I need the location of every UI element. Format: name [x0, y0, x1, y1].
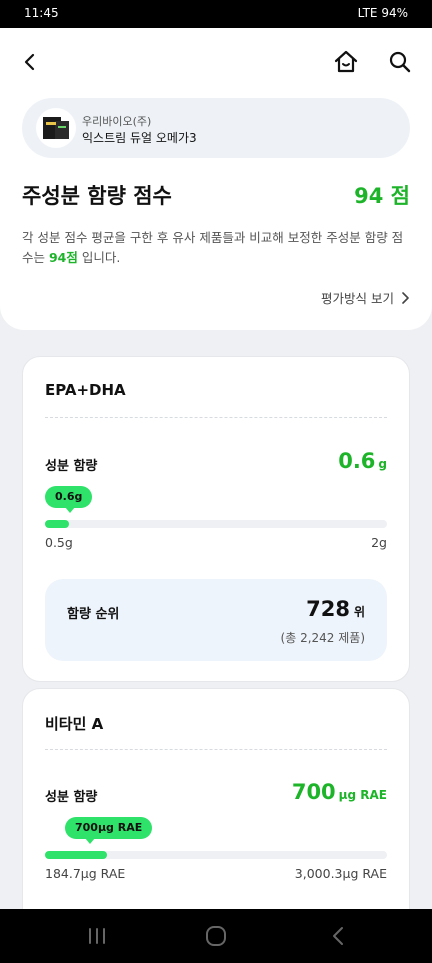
- range-max: 2g: [371, 535, 387, 550]
- amount-tooltip: 0.6g: [45, 486, 93, 513]
- nutrient-card-epa-dha: EPA+DHA 성분 함량 0.6 g 0.6g 0.5g 2g 함량 순위 72…: [22, 356, 410, 682]
- evaluation-method-link[interactable]: 평가방식 보기: [321, 288, 410, 307]
- product-brand: 우리바이오(주): [82, 115, 152, 128]
- score-title: 주성분 함량 점수: [22, 184, 172, 208]
- amount-number: 700: [291, 780, 336, 804]
- amount-bar-fill: [45, 520, 69, 528]
- rank-value: 728 위: [306, 597, 365, 621]
- supplement-box-icon: [43, 117, 69, 139]
- amount-label: 성분 함량: [45, 790, 98, 805]
- search-button[interactable]: [386, 48, 414, 76]
- amount-tooltip: 700μg RAE: [65, 817, 153, 844]
- status-time: 11:45: [24, 6, 59, 20]
- amount-bar-fill: [45, 851, 107, 859]
- score-summary-sheet: 우리바이오(주) 익스트림 듀얼 오메가3 주성분 함량 점수 94 점 각 성…: [0, 28, 432, 330]
- nutrient-card-vitamin-a: 비타민 A 성분 함량 700 μg RAE 700μg RAE 184.7μg …: [22, 688, 410, 928]
- range-min: 184.7μg RAE: [45, 866, 126, 881]
- product-image: [36, 108, 76, 148]
- amount-number: 0.6: [338, 449, 376, 473]
- back-nav-icon: [333, 927, 343, 945]
- status-indicators: LTE 94%: [357, 6, 408, 20]
- home-button[interactable]: [332, 48, 360, 76]
- rank-box: 함량 순위 728 위 (총 2,242 제품): [45, 579, 387, 661]
- status-bar: 11:45 LTE 94%: [0, 0, 432, 28]
- divider: [45, 417, 387, 418]
- evaluation-method-label: 평가방식 보기: [321, 291, 394, 306]
- amount-bar-track: [45, 851, 387, 859]
- home-nav-button[interactable]: [203, 923, 229, 949]
- amount-unit: g: [378, 457, 387, 471]
- nutrient-title: 비타민 A: [45, 715, 104, 733]
- app-header: [0, 28, 432, 96]
- range-max: 3,000.3μg RAE: [294, 866, 387, 881]
- back-nav-button[interactable]: [326, 923, 352, 949]
- range-min: 0.5g: [45, 535, 73, 550]
- rank-total: (총 2,242 제품): [280, 631, 365, 645]
- amount-value: 0.6 g: [338, 449, 387, 473]
- back-button[interactable]: [16, 48, 44, 76]
- home-icon: [334, 50, 358, 73]
- rank-label: 함량 순위: [67, 607, 120, 622]
- score-description: 각 성분 점수 평균을 구한 후 유사 제품들과 비교해 보정한 주성분 함량 …: [22, 228, 412, 268]
- rank-number: 728: [306, 597, 350, 621]
- divider: [45, 749, 387, 750]
- score-desc-highlight: 94점: [48, 250, 78, 265]
- product-pill[interactable]: 우리바이오(주) 익스트림 듀얼 오메가3: [22, 98, 410, 158]
- product-name: 익스트림 듀얼 오메가3: [82, 131, 197, 145]
- system-nav-bar: [0, 909, 432, 963]
- recent-apps-icon: [89, 928, 105, 944]
- amount-value: 700 μg RAE: [292, 780, 387, 804]
- search-icon: [389, 51, 411, 73]
- recent-apps-button[interactable]: [84, 923, 110, 949]
- chevron-right-icon: [402, 291, 409, 304]
- score-value: 94 점: [354, 184, 410, 208]
- nutrient-title: EPA+DHA: [45, 381, 126, 399]
- amount-label: 성분 함량: [45, 459, 98, 474]
- score-desc-suffix: 입니다.: [77, 250, 121, 265]
- home-nav-icon: [206, 926, 226, 946]
- chevron-left-icon: [24, 53, 35, 71]
- amount-bar-track: [45, 520, 387, 528]
- rank-unit: 위: [353, 605, 365, 619]
- amount-unit: μg RAE: [338, 788, 387, 802]
